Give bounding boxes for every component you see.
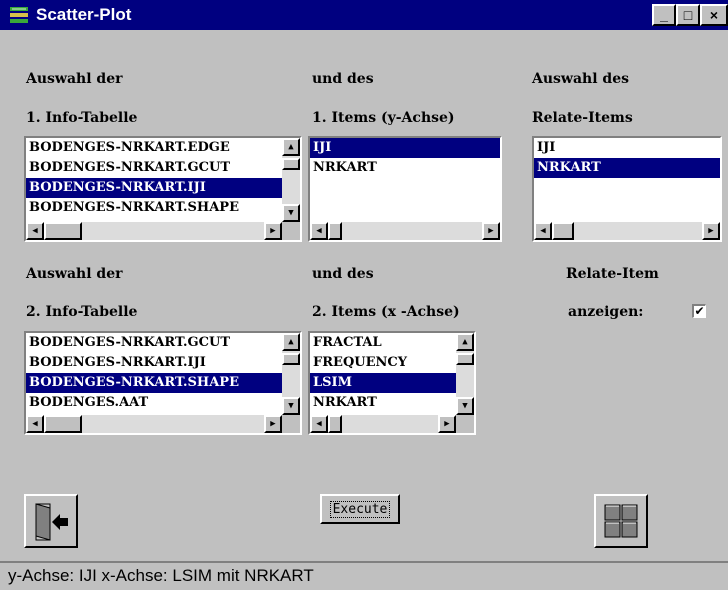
- list-item[interactable]: NRKART: [310, 158, 500, 178]
- scroll-right-icon[interactable]: ▶: [482, 222, 500, 240]
- execute-button-label: Execute: [329, 500, 391, 518]
- label-items2-line1: und des: [312, 266, 374, 282]
- label-sel2-line1: Auswahl der: [26, 266, 123, 282]
- list-item-selected[interactable]: BODENGES-NRKART.IJI: [26, 178, 282, 198]
- label-sel1-line2: 1. Info-Tabelle: [26, 110, 138, 126]
- horizontal-scrollbar[interactable]: ◀ ▶: [534, 222, 720, 240]
- items-y-axis-listbox[interactable]: IJI NRKART ◀ ▶: [308, 136, 502, 242]
- horizontal-scrollbar[interactable]: ◀ ▶: [26, 222, 282, 240]
- status-text: y-Achse: IJI x-Achse: LSIM mit NRKART: [8, 566, 314, 585]
- label-sel2-line2: 2. Info-Tabelle: [26, 304, 138, 320]
- scroll-down-icon[interactable]: ▼: [456, 397, 474, 415]
- scroll-left-icon[interactable]: ◀: [310, 415, 328, 433]
- list-item-selected[interactable]: BODENGES-NRKART.SHAPE: [26, 373, 282, 393]
- scroll-right-icon[interactable]: ▶: [264, 415, 282, 433]
- label-sel1-line1: Auswahl der: [26, 71, 123, 87]
- list-item[interactable]: BODENGES-NRKART.GCUT: [26, 333, 282, 353]
- vertical-scrollbar[interactable]: ▲ ▼: [282, 138, 300, 222]
- scroll-thumb[interactable]: [282, 353, 300, 365]
- list-item-selected[interactable]: LSIM: [310, 373, 456, 393]
- horizontal-scrollbar[interactable]: ◀ ▶: [310, 415, 456, 433]
- list-item[interactable]: FREQUENCY: [310, 353, 456, 373]
- checkmark-icon: ✔: [694, 304, 705, 318]
- scroll-right-icon[interactable]: ▶: [438, 415, 456, 433]
- scroll-thumb[interactable]: [44, 415, 82, 433]
- items-x-axis-listbox[interactable]: FRACTAL FREQUENCY LSIM NRKART ▲ ▼ ◀ ▶: [308, 331, 476, 435]
- label-items1-line2: 1. Items (y-Achse): [312, 110, 455, 126]
- scroll-thumb[interactable]: [328, 222, 342, 240]
- scroll-left-icon[interactable]: ◀: [26, 222, 44, 240]
- list-item[interactable]: BODENGES-NRKART.GCUT: [26, 158, 282, 178]
- grid-icon: [604, 504, 638, 538]
- horizontal-scrollbar[interactable]: ◀ ▶: [310, 222, 500, 240]
- close-button[interactable]: ×: [700, 4, 728, 26]
- list-item[interactable]: BODENGES-NRKART.IJI: [26, 353, 282, 373]
- list-item[interactable]: NRKART: [310, 393, 456, 413]
- scroll-right-icon[interactable]: ▶: [264, 222, 282, 240]
- label-items1-line1: und des: [312, 71, 374, 87]
- scroll-thumb[interactable]: [552, 222, 574, 240]
- exit-button[interactable]: [24, 494, 78, 548]
- scroll-right-icon[interactable]: ▶: [702, 222, 720, 240]
- scroll-up-icon[interactable]: ▲: [456, 333, 474, 351]
- list-item-selected[interactable]: NRKART: [534, 158, 720, 178]
- scroll-corner: [282, 222, 300, 240]
- list-item[interactable]: BODENGES-NRKART.SHAPE: [26, 198, 282, 218]
- scroll-up-icon[interactable]: ▲: [282, 333, 300, 351]
- scroll-left-icon[interactable]: ◀: [310, 222, 328, 240]
- label-items2-line2: 2. Items (x -Achse): [312, 304, 460, 320]
- scroll-down-icon[interactable]: ▼: [282, 204, 300, 222]
- label-relshow-line2: anzeigen:: [568, 304, 644, 320]
- scroll-corner: [282, 415, 300, 433]
- label-relate-line2: Relate-Items: [532, 110, 633, 126]
- minimize-button[interactable]: _: [652, 4, 676, 26]
- exit-door-icon: [35, 503, 68, 541]
- list-item[interactable]: FRACTAL: [310, 333, 456, 353]
- vertical-scrollbar[interactable]: ▲ ▼: [456, 333, 474, 415]
- maximize-button[interactable]: □: [676, 4, 700, 26]
- horizontal-scrollbar[interactable]: ◀ ▶: [26, 415, 282, 433]
- grid-button[interactable]: [594, 494, 648, 548]
- scroll-down-icon[interactable]: ▼: [282, 397, 300, 415]
- execute-button[interactable]: Execute: [320, 494, 400, 524]
- scroll-left-icon[interactable]: ◀: [534, 222, 552, 240]
- list-item[interactable]: BODENGES.AAT: [26, 393, 282, 413]
- label-relshow-line1: Relate-Item: [566, 266, 659, 282]
- relate-show-checkbox[interactable]: ✔: [692, 304, 706, 318]
- scroll-left-icon[interactable]: ◀: [26, 415, 44, 433]
- vertical-scrollbar[interactable]: ▲ ▼: [282, 333, 300, 415]
- scroll-up-icon[interactable]: ▲: [282, 138, 300, 156]
- list-item-selected[interactable]: IJI: [310, 138, 500, 158]
- relate-items-listbox[interactable]: IJI NRKART ◀ ▶: [532, 136, 722, 242]
- scroll-thumb[interactable]: [328, 415, 342, 433]
- list-item[interactable]: BODENGES-NRKART.EDGE: [26, 138, 282, 158]
- app-icon: [10, 7, 28, 23]
- scroll-thumb[interactable]: [282, 158, 300, 170]
- list-item[interactable]: IJI: [534, 138, 720, 158]
- info-table-2-listbox[interactable]: BODENGES-NRKART.GCUT BODENGES-NRKART.IJI…: [24, 331, 302, 435]
- scroll-thumb[interactable]: [456, 353, 474, 365]
- window-title: Scatter-Plot: [36, 5, 132, 24]
- scroll-thumb[interactable]: [44, 222, 82, 240]
- label-relate-line1: Auswahl des: [532, 71, 629, 87]
- info-table-1-listbox[interactable]: BODENGES-NRKART.EDGE BODENGES-NRKART.GCU…: [24, 136, 302, 242]
- scroll-corner: [456, 415, 474, 433]
